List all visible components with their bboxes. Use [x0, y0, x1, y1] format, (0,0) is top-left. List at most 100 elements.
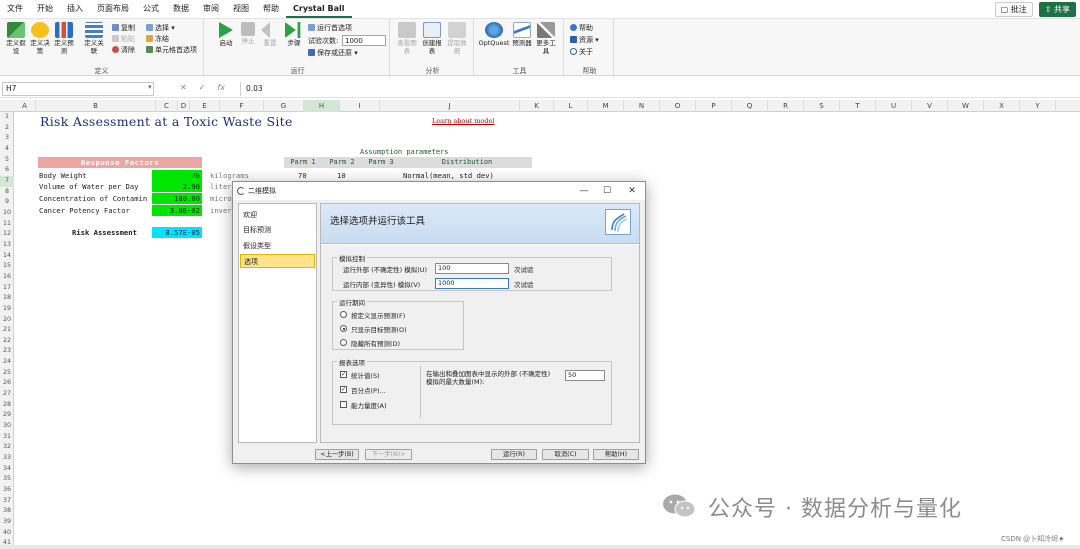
cancel-formula-icon[interactable]: ✕ — [180, 83, 187, 92]
row-header-cell[interactable]: 29 — [0, 410, 14, 421]
menu-help[interactable]: 帮助 — [256, 0, 286, 18]
row-header-cell[interactable]: 34 — [0, 464, 14, 475]
column-header-cell[interactable]: V — [912, 100, 948, 112]
column-header-cell[interactable]: X — [984, 100, 1020, 112]
row-header-cell[interactable]: 11 — [0, 219, 14, 230]
next-button[interactable]: 下一步(N)> — [365, 449, 412, 460]
name-box[interactable]: H7 — [2, 82, 154, 96]
factor-value-cell[interactable]: 70 — [152, 170, 202, 181]
confirm-formula-icon[interactable]: ✓ — [199, 83, 206, 92]
factor-value-cell[interactable]: 100.00 — [152, 193, 202, 204]
row-header-cell[interactable]: 28 — [0, 400, 14, 411]
column-header-cell[interactable]: J — [380, 100, 520, 112]
menu-crystal-ball[interactable]: Crystal Ball — [286, 0, 352, 18]
create-report-button[interactable]: 创建报表 — [420, 22, 444, 55]
row-header-cell[interactable]: 21 — [0, 325, 14, 336]
maximize-icon[interactable]: ☐ — [596, 182, 618, 200]
copy-button[interactable]: 复制 — [112, 23, 135, 33]
factor-value-cell[interactable]: 2.90 — [152, 181, 202, 192]
row-header-cell[interactable]: 17 — [0, 283, 14, 294]
checkbox-capability-metrics[interactable] — [340, 401, 347, 408]
row-header-cell[interactable]: 26 — [0, 378, 14, 389]
menu-page-layout[interactable]: 页面布局 — [90, 0, 136, 18]
row-header-cell[interactable]: 32 — [0, 442, 14, 453]
column-header-cell[interactable]: I — [340, 100, 380, 112]
step-button[interactable]: 步骤 — [282, 22, 306, 47]
function-icon[interactable]: fx — [217, 83, 225, 92]
row-header-cell[interactable]: 7 — [0, 175, 14, 187]
view-charts-button[interactable]: 查看图表 — [395, 22, 419, 55]
row-header-cell[interactable]: 19 — [0, 304, 14, 315]
column-header-cell[interactable]: E — [190, 100, 220, 112]
row-header-cell[interactable]: 10 — [0, 208, 14, 219]
column-header-cell[interactable]: M — [588, 100, 624, 112]
menu-data[interactable]: 数据 — [166, 0, 196, 18]
inner-sim-input[interactable]: 1000 — [435, 278, 509, 289]
row-header-cell[interactable]: 2 — [0, 123, 14, 134]
row-header-cell[interactable]: 12 — [0, 229, 14, 240]
formula-input[interactable]: 0.03 — [240, 82, 1076, 96]
row-header-cell[interactable]: 8 — [0, 187, 14, 198]
column-header-cell[interactable]: O — [660, 100, 696, 112]
row-header-cell[interactable]: 14 — [0, 251, 14, 262]
column-header-cell[interactable]: D — [178, 100, 190, 112]
row-header-cell[interactable]: 16 — [0, 272, 14, 283]
run-button[interactable]: 运行(R) — [491, 449, 537, 460]
column-header-cell[interactable]: F — [220, 100, 264, 112]
row-header-cell[interactable]: 15 — [0, 261, 14, 272]
name-box-dropdown-icon[interactable]: ▾ — [148, 83, 152, 91]
column-header-cell[interactable]: U — [876, 100, 912, 112]
column-header-cell[interactable]: A — [14, 100, 36, 112]
minimize-icon[interactable]: — — [573, 182, 595, 200]
select-button[interactable]: 选择 ▾ — [146, 23, 175, 33]
nav-target-forecast[interactable]: 目标预测 — [240, 223, 315, 237]
resources-button[interactable]: 资源 ▾ — [570, 35, 599, 45]
row-header-cell[interactable]: 1 — [0, 112, 14, 123]
row-header-cell[interactable]: 30 — [0, 421, 14, 432]
row-header-cell[interactable]: 38 — [0, 506, 14, 517]
nav-assumption-types[interactable]: 假设类型 — [240, 239, 315, 253]
menu-formulas[interactable]: 公式 — [136, 0, 166, 18]
optquest-button[interactable]: OptQuest — [478, 22, 510, 47]
row-header-cell[interactable]: 25 — [0, 368, 14, 379]
column-header-cell[interactable]: W — [948, 100, 984, 112]
column-header-cell[interactable]: C — [156, 100, 178, 112]
help-dialog-button[interactable]: 帮助(H) — [593, 449, 639, 460]
menu-home[interactable]: 开始 — [30, 0, 60, 18]
row-header-cell[interactable]: 39 — [0, 517, 14, 528]
row-header-cell[interactable]: 20 — [0, 315, 14, 326]
row-header-cell[interactable]: 40 — [0, 528, 14, 539]
row-header-cell[interactable]: 33 — [0, 453, 14, 464]
row-header-cell[interactable]: 3 — [0, 133, 14, 144]
paste-button[interactable]: 粘贴 — [112, 34, 135, 44]
define-decision-button[interactable]: 定义决策 — [28, 22, 52, 55]
learn-about-model-link[interactable]: Learn about model — [432, 117, 494, 125]
freeze-button[interactable]: 冻结 — [146, 34, 169, 44]
row-header-cell[interactable]: 9 — [0, 197, 14, 208]
column-header-cell[interactable]: L — [554, 100, 588, 112]
radio-show-target-only[interactable] — [340, 325, 347, 332]
row-header-cell[interactable]: 13 — [0, 240, 14, 251]
column-header-cell[interactable]: N — [624, 100, 660, 112]
share-button[interactable]: ⇧ 共享 — [1038, 2, 1076, 17]
checkbox-statistics[interactable]: ✓ — [340, 371, 347, 378]
define-correlation-button[interactable]: 定义关联 — [82, 22, 106, 55]
menu-review[interactable]: 审阅 — [196, 0, 226, 18]
row-header-cell[interactable]: 18 — [0, 293, 14, 304]
row-header-cell[interactable]: 4 — [0, 144, 14, 155]
column-header-cell[interactable]: S — [804, 100, 840, 112]
save-restore-button[interactable]: 保存或还原 ▾ — [308, 48, 358, 58]
row-header-cell[interactable]: 31 — [0, 432, 14, 443]
trials-input[interactable]: 1000 — [342, 35, 386, 46]
risk-assessment-value-cell[interactable]: 8.57E-05 — [152, 227, 202, 238]
column-header-cell[interactable]: Y — [1020, 100, 1056, 112]
close-icon[interactable]: ✕ — [621, 182, 643, 200]
column-header-cell[interactable]: H — [304, 100, 340, 112]
column-header-cell[interactable]: Q — [732, 100, 768, 112]
more-tools-button[interactable]: 更多工具 — [534, 22, 558, 55]
row-header-cell[interactable]: 27 — [0, 389, 14, 400]
define-forecast-button[interactable]: 定义预测 — [52, 22, 76, 55]
column-header-cell[interactable]: G — [264, 100, 304, 112]
menu-view[interactable]: 视图 — [226, 0, 256, 18]
column-header-cell[interactable]: T — [840, 100, 876, 112]
